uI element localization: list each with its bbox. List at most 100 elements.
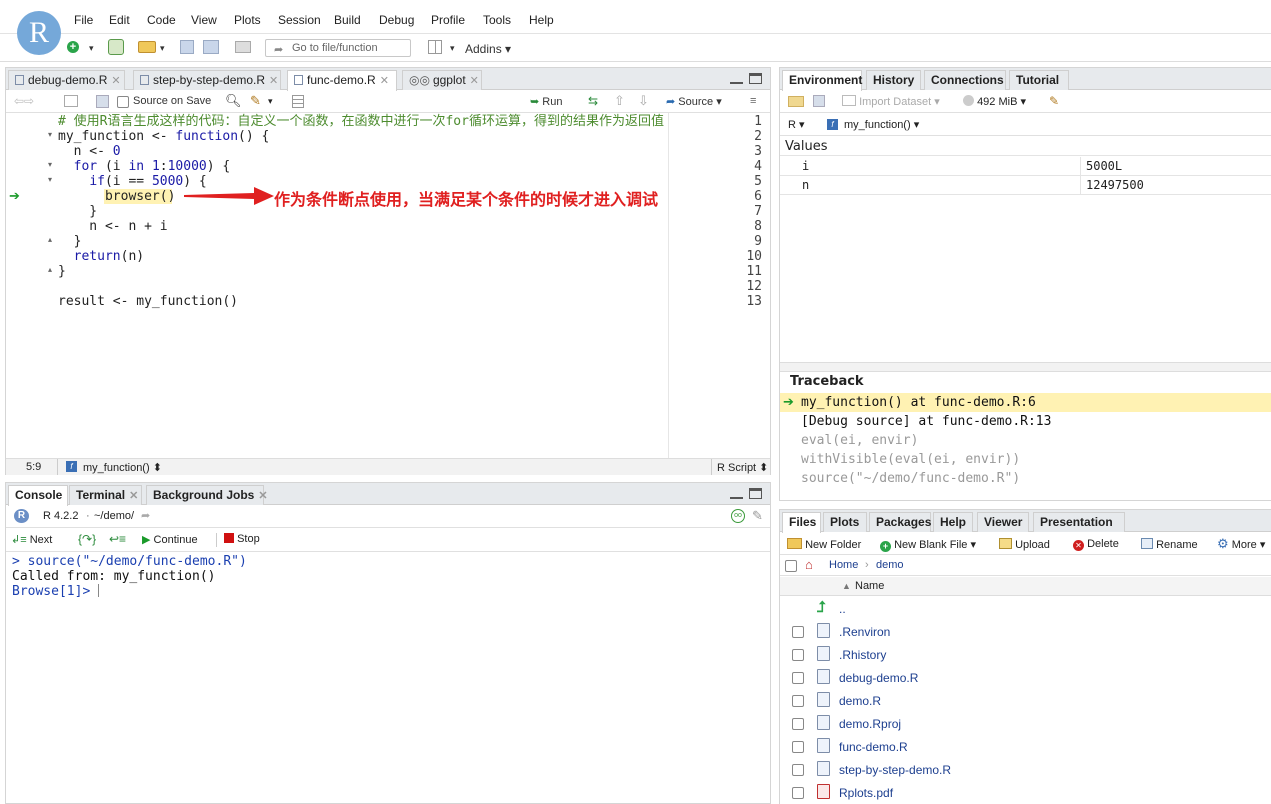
addins-menu[interactable]: Addins ▾ [465, 42, 511, 56]
column-header-name[interactable]: Name [855, 580, 884, 592]
minimize-icon[interactable] [730, 73, 743, 84]
close-icon[interactable]: ✕ [380, 75, 389, 87]
console-output[interactable]: > source("~/demo/func-demo.R") Called fr… [12, 554, 762, 599]
save-icon[interactable] [813, 95, 825, 107]
file-row[interactable]: demo.R [780, 689, 1271, 712]
line-number[interactable]: 3 [722, 144, 762, 159]
run-button[interactable]: ➥ Run [530, 95, 562, 108]
new-project-icon[interactable] [108, 39, 124, 55]
magic-wand-icon[interactable]: ✎ [250, 93, 261, 109]
load-workspace-icon[interactable] [788, 96, 804, 107]
delete-button[interactable]: ✕ Delete [1073, 538, 1119, 551]
file-name[interactable]: func-demo.R [839, 740, 908, 754]
up-arrow-icon[interactable]: ⇧ [614, 93, 625, 109]
rerun-icon[interactable]: ⇆ [588, 94, 598, 108]
tab-packages[interactable]: Packages [869, 512, 931, 532]
line-number[interactable]: 4 [722, 159, 762, 174]
line-number[interactable]: 1 [722, 114, 762, 129]
file-checkbox[interactable] [792, 764, 804, 776]
home-icon[interactable]: ⌂ [805, 557, 813, 572]
show-in-window-icon[interactable] [64, 95, 78, 107]
line-number[interactable]: 9 [722, 234, 762, 249]
open-folder-icon[interactable] [138, 41, 156, 53]
line-number[interactable]: 13 [722, 294, 762, 309]
tab-step-by-step-demo[interactable]: step-by-step-demo.R ✕ [133, 70, 281, 90]
line-number[interactable]: 5 [722, 174, 762, 189]
save-icon[interactable] [96, 95, 109, 108]
file-checkbox[interactable] [792, 718, 804, 730]
select-all-checkbox[interactable] [785, 560, 797, 572]
chevron-down-icon[interactable]: ▾ [450, 43, 455, 54]
file-checkbox[interactable] [792, 649, 804, 661]
step-into-icon[interactable]: {↷} [78, 532, 96, 546]
file-row[interactable]: step-by-step-demo.R [780, 758, 1271, 781]
tab-ggplot[interactable]: ◎◎ ggplot ✕ [402, 70, 482, 90]
menu-help[interactable]: Help [529, 13, 554, 27]
menu-lines-icon[interactable]: ≡ [750, 95, 756, 107]
file-name[interactable]: debug-demo.R [839, 671, 918, 685]
traceback-frame[interactable]: withVisible(eval(ei, envir)) [780, 450, 1271, 469]
step-out-icon[interactable]: ↩≡ [109, 532, 126, 546]
language-selector[interactable]: R ▾ [788, 118, 805, 131]
tab-tutorial[interactable]: Tutorial [1009, 70, 1069, 90]
maximize-icon[interactable] [749, 488, 762, 499]
file-checkbox[interactable] [792, 741, 804, 753]
line-number[interactable]: 2 [722, 129, 762, 144]
broom-icon[interactable]: ✎ [1049, 94, 1059, 108]
table-row[interactable]: n 12497500 [780, 176, 1271, 195]
file-name[interactable]: .Rhistory [839, 648, 886, 662]
tab-console[interactable]: Console [8, 485, 68, 506]
minimize-icon[interactable] [730, 488, 743, 499]
close-icon[interactable]: ✕ [470, 75, 479, 87]
file-name[interactable]: demo.R [839, 694, 881, 708]
file-checkbox[interactable] [792, 695, 804, 707]
file-name[interactable]: Rplots.pdf [839, 786, 893, 800]
working-directory[interactable]: ~/demo/ [94, 510, 134, 522]
search-icon[interactable]: 🔍︎ [225, 93, 242, 109]
filetype-selector[interactable]: R Script ⬍ [717, 461, 768, 474]
tab-files[interactable]: Files [782, 512, 821, 533]
stop-button[interactable]: Stop [224, 533, 260, 545]
function-scope[interactable]: my_function() ⬍ [83, 461, 162, 474]
file-row[interactable]: .Renviron [780, 620, 1271, 643]
file-name[interactable]: demo.Rproj [839, 717, 901, 731]
file-row[interactable]: debug-demo.R [780, 666, 1271, 689]
maximize-icon[interactable] [749, 73, 762, 84]
unfold-icon[interactable]: ▴ [48, 265, 52, 274]
traceback-frame[interactable]: [Debug source] at func-demo.R:13 [780, 412, 1271, 431]
new-folder-button[interactable]: New Folder [787, 538, 861, 551]
line-number[interactable]: 8 [722, 219, 762, 234]
down-arrow-icon[interactable]: ⇩ [638, 93, 649, 109]
fold-icon[interactable]: ▾ [48, 160, 52, 169]
new-blank-file-button[interactable]: + New Blank File ▾ [880, 538, 976, 552]
traceback-frame-current[interactable]: ➔ my_function() at func-demo.R:6 [780, 393, 1271, 412]
rename-button[interactable]: Rename [1141, 538, 1198, 551]
file-name[interactable]: step-by-step-demo.R [839, 763, 951, 777]
file-checkbox[interactable] [792, 626, 804, 638]
menu-file[interactable]: File [74, 13, 93, 27]
menu-debug[interactable]: Debug [379, 13, 414, 27]
breadcrumb-home[interactable]: Home [829, 559, 858, 571]
file-name[interactable]: .Renviron [839, 625, 890, 639]
file-row[interactable]: .Rhistory [780, 643, 1271, 666]
menu-build[interactable]: Build [334, 13, 361, 27]
goto-dir-icon[interactable]: ➦ [141, 509, 150, 522]
line-number[interactable]: 11 [722, 264, 762, 279]
line-number[interactable]: 10 [722, 249, 762, 264]
traceback-frame[interactable]: source("~/demo/func-demo.R") [780, 469, 1271, 488]
source-on-save-checkbox[interactable] [117, 96, 129, 108]
traceback-frame[interactable]: eval(ei, envir) [780, 431, 1271, 450]
line-number[interactable]: 7 [722, 204, 762, 219]
tab-terminal[interactable]: Terminal ✕ [69, 485, 142, 505]
import-dataset-button[interactable]: Import Dataset ▾ [842, 95, 940, 108]
new-file-icon[interactable]: + [67, 41, 79, 53]
print-icon[interactable] [235, 41, 251, 53]
tab-plots[interactable]: Plots [823, 512, 867, 532]
menu-profile[interactable]: Profile [431, 13, 465, 27]
close-icon[interactable]: ✕ [258, 490, 267, 502]
fold-icon[interactable]: ▾ [48, 130, 52, 139]
tab-background-jobs[interactable]: Background Jobs ✕ [146, 485, 268, 505]
menu-view[interactable]: View [191, 13, 217, 27]
tab-connections[interactable]: Connections [924, 70, 1006, 90]
menu-tools[interactable]: Tools [483, 13, 511, 27]
